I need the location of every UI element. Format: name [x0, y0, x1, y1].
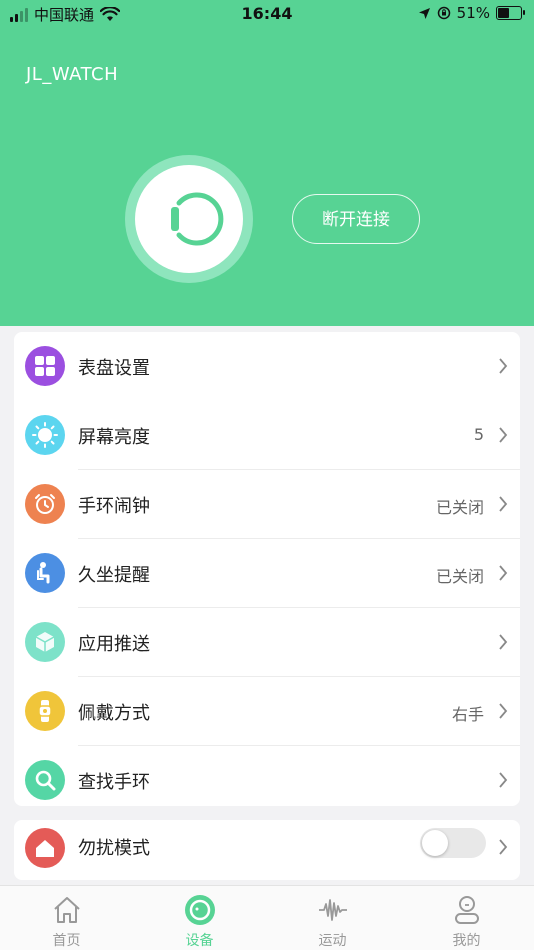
watch-status-circle — [125, 155, 253, 283]
menu-item-label: 应用推送 — [78, 634, 150, 655]
menu-item-label: 佩戴方式 — [78, 703, 150, 724]
menu-item-wear-mode[interactable]: 佩戴方式 右手 — [14, 677, 520, 746]
wrist-watch-icon — [25, 691, 65, 731]
profile-icon — [455, 896, 479, 924]
dnd-card: 勿扰模式 — [14, 820, 520, 880]
menu-item-alarm[interactable]: 手环闹钟 已关闭 — [14, 470, 520, 539]
menu-item-brightness[interactable]: 屏幕亮度 5 — [14, 401, 520, 470]
menu-item-find-band[interactable]: 查找手环 — [14, 746, 520, 815]
menu-item-value: 5 — [473, 425, 484, 444]
chevron-right-icon — [499, 772, 508, 788]
watch-face-grid-icon — [25, 346, 65, 386]
tab-device[interactable]: 设备 — [133, 886, 266, 950]
tab-bar: 首页 设备 运动 我的 — [0, 885, 534, 950]
menu-item-value: 右手 — [451, 705, 484, 724]
menu-item-label: 查找手环 — [78, 772, 150, 793]
battery-icon — [496, 6, 525, 20]
menu-item-app-push[interactable]: 应用推送 — [14, 608, 520, 677]
chevron-right-icon — [499, 358, 508, 374]
menu-item-watch-face[interactable]: 表盘设置 — [14, 332, 520, 401]
tab-home[interactable]: 首页 — [0, 886, 133, 950]
orientation-lock-icon — [437, 6, 450, 20]
device-icon — [185, 895, 215, 925]
device-name: JL_WATCH — [26, 64, 119, 85]
menu-item-value: 已关闭 — [435, 498, 484, 517]
tab-label: 运动 — [318, 933, 347, 949]
menu-item-sedentary[interactable]: 久坐提醒 已关闭 — [14, 539, 520, 608]
chevron-right-icon — [499, 634, 508, 650]
menu-item-label: 久坐提醒 — [78, 565, 150, 586]
alarm-clock-icon — [25, 484, 65, 524]
tab-label: 我的 — [452, 933, 481, 949]
menu-item-label: 勿扰模式 — [78, 838, 150, 859]
chevron-right-icon — [499, 703, 508, 719]
chevron-right-icon — [499, 496, 508, 512]
tab-label: 设备 — [185, 933, 214, 949]
do-not-disturb-home-icon — [25, 828, 65, 868]
home-icon — [54, 897, 80, 923]
chevron-right-icon — [499, 565, 508, 581]
settings-menu: 表盘设置 屏幕亮度 5 手环闹钟 已关闭 久坐提醒 已关闭 应用推送 佩戴方式 … — [14, 332, 520, 806]
sedentary-person-icon — [25, 553, 65, 593]
tab-profile[interactable]: 我的 — [400, 886, 533, 950]
chevron-right-icon — [499, 839, 508, 855]
location-arrow-icon — [418, 7, 430, 19]
activity-wave-icon — [319, 899, 347, 921]
menu-item-do-not-disturb[interactable]: 勿扰模式 — [14, 820, 520, 880]
app-push-cube-icon — [25, 622, 65, 662]
chevron-right-icon — [499, 427, 508, 443]
status-bar: 中国联通 16:44 51% — [0, 0, 534, 28]
menu-item-label: 表盘设置 — [78, 358, 150, 379]
menu-item-value: 已关闭 — [435, 567, 484, 586]
tab-activity[interactable]: 运动 — [266, 886, 399, 950]
device-header: 中国联通 16:44 51% JL_WATCH 断开连接 — [0, 0, 534, 326]
tab-label: 首页 — [52, 933, 81, 949]
search-magnifier-icon — [25, 760, 65, 800]
menu-item-label: 手环闹钟 — [78, 496, 150, 517]
battery-percent: 51% — [456, 4, 490, 22]
menu-item-label: 屏幕亮度 — [78, 427, 150, 448]
watch-icon — [171, 192, 224, 246]
brightness-sun-icon — [25, 415, 65, 455]
dnd-toggle[interactable] — [420, 828, 486, 858]
disconnect-button[interactable]: 断开连接 — [292, 194, 420, 244]
